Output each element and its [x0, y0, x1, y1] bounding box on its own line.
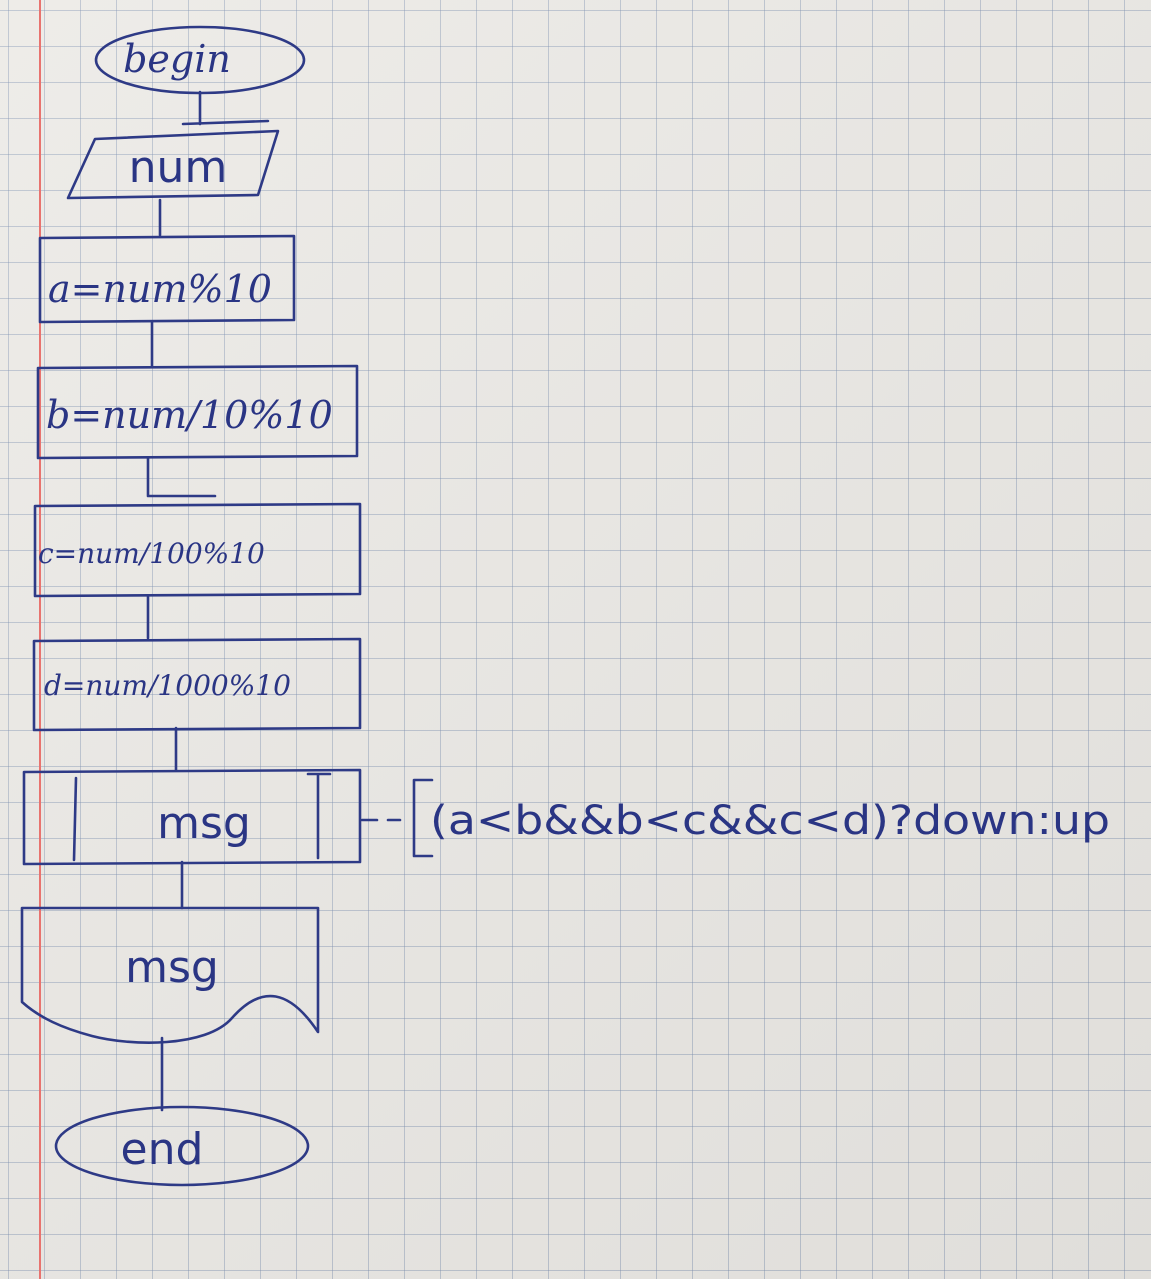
end-label: end: [121, 1124, 204, 1175]
process-c: c=num/100%10: [33, 502, 362, 598]
process-d: d=num/1000%10: [32, 637, 362, 732]
output-document-label: msg: [125, 942, 219, 993]
process-a: a=num%10: [38, 234, 296, 324]
process-d-label: d=num/1000%10: [44, 669, 291, 702]
flowchart: begin num a=num%10 b=num/10%10 c=num/100…: [20, 25, 1110, 1187]
annotation-text: (a<b&&b<c&&c<d)?down:up: [430, 798, 1110, 844]
output-document: msg: [20, 906, 320, 1044]
predefined-process-label: msg: [157, 798, 251, 849]
start-label: begin: [123, 37, 231, 81]
input-label: num: [129, 142, 228, 193]
end-terminator: end: [54, 1105, 310, 1187]
process-b-label: b=num/10%10: [46, 393, 333, 437]
predefined-process-msg: msg: [22, 768, 362, 866]
process-a-label: a=num%10: [48, 267, 272, 311]
start-terminator: begin: [94, 25, 306, 95]
input-block: num: [66, 129, 280, 200]
connector-begin-input: [181, 90, 270, 126]
connector-b-c: [146, 456, 217, 498]
process-c-label: c=num/100%10: [38, 537, 265, 570]
process-b: b=num/10%10: [36, 364, 359, 460]
annotation: (a<b&&b<c&&c<d)?down:up: [412, 778, 1110, 858]
